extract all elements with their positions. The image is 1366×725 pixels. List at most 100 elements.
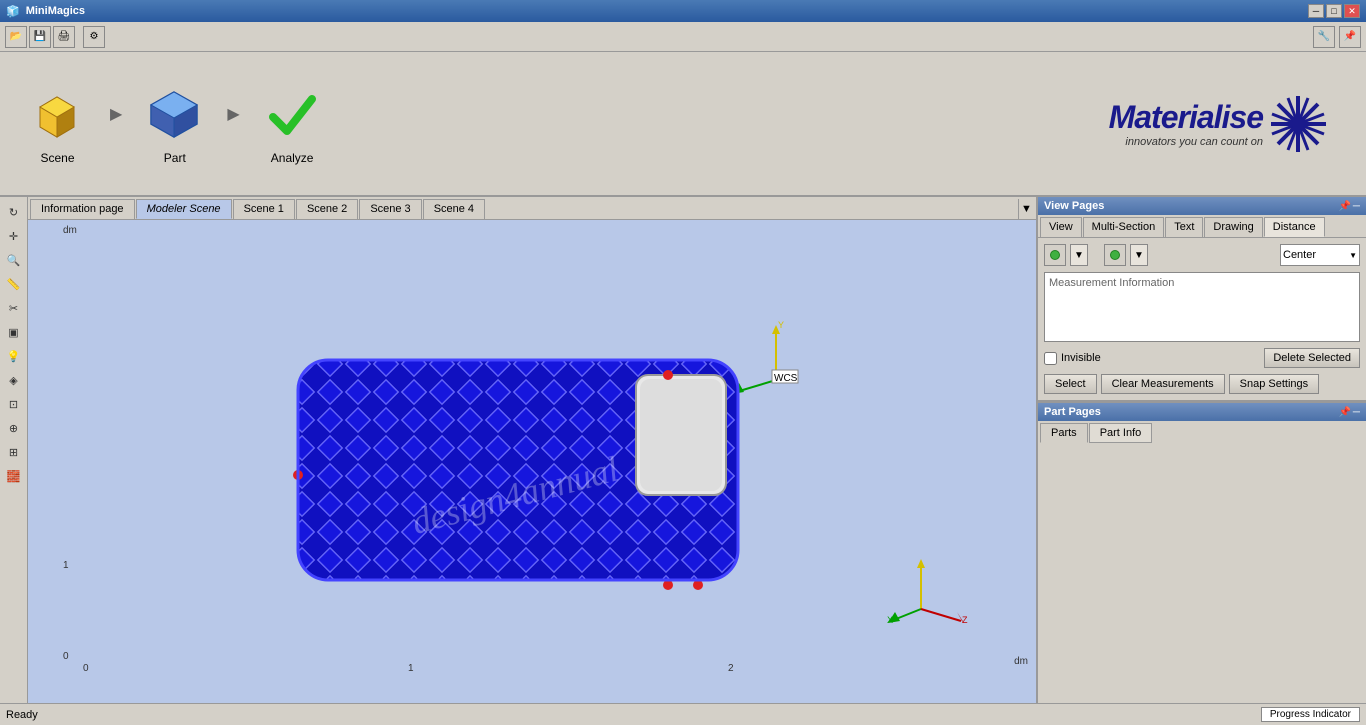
green-dot-2 bbox=[1110, 250, 1120, 260]
light-tool[interactable]: 💡 bbox=[3, 345, 25, 367]
view-pages-minimize[interactable]: ─ bbox=[1353, 201, 1360, 212]
clear-measurements-button[interactable]: Clear Measurements bbox=[1101, 374, 1225, 394]
arrow-2: ▶ bbox=[227, 104, 239, 124]
canvas-area[interactable]: dm dm 1 0 0 1 2 Y X bbox=[28, 220, 1036, 702]
part-pages-minimize[interactable]: ─ bbox=[1353, 407, 1360, 418]
svg-text:Y: Y bbox=[778, 320, 784, 330]
app-icon: 🧊 bbox=[6, 5, 20, 18]
scene-label: Scene bbox=[40, 151, 74, 165]
select-button[interactable]: Select bbox=[1044, 374, 1097, 394]
measure-tool[interactable]: 📏 bbox=[3, 273, 25, 295]
toolbar-analyze[interactable]: Analyze bbox=[260, 82, 325, 165]
part-icon bbox=[147, 87, 202, 142]
logo-tagline: innovators you can count on bbox=[1109, 136, 1263, 148]
title-bar: 🧊 MiniMagics ─ □ ✕ bbox=[0, 0, 1366, 22]
right-panel: View Pages 📌 ─ View Multi-Section Text D… bbox=[1036, 197, 1366, 703]
maximize-button[interactable]: □ bbox=[1326, 4, 1342, 18]
analyze-label: Analyze bbox=[271, 151, 314, 165]
part-pages-section: Part Pages 📌 ─ Parts Part Info bbox=[1038, 402, 1366, 445]
tab-scene1[interactable]: Scene 1 bbox=[233, 199, 295, 219]
move-tool[interactable]: ✛ bbox=[3, 225, 25, 247]
toolbar-scene[interactable]: Scene bbox=[25, 82, 90, 165]
ruler-num-1-left: 1 bbox=[63, 560, 69, 571]
tab-scene3[interactable]: Scene 3 bbox=[359, 199, 421, 219]
center-dropdown-arrow: ▼ bbox=[1349, 251, 1357, 260]
invisible-row: Invisible Delete Selected bbox=[1044, 348, 1360, 368]
measurement-info-box: Measurement Information bbox=[1044, 272, 1360, 342]
invisible-checkbox[interactable] bbox=[1044, 352, 1057, 365]
action-buttons-row: Select Clear Measurements Snap Settings bbox=[1044, 374, 1360, 394]
print-button[interactable]: 🖨 bbox=[53, 26, 75, 48]
dropdown-btn-2[interactable]: ▼ bbox=[1130, 244, 1148, 266]
delete-selected-button[interactable]: Delete Selected bbox=[1264, 348, 1360, 368]
materialise-logo-icon bbox=[1271, 89, 1326, 159]
logo-company: Materialise bbox=[1109, 99, 1263, 136]
green-dot-1 bbox=[1050, 250, 1060, 260]
tab-scene2[interactable]: Scene 2 bbox=[296, 199, 358, 219]
close-button[interactable]: ✕ bbox=[1344, 4, 1360, 18]
wireframe-tool[interactable]: ⊡ bbox=[3, 393, 25, 415]
zoom-tool[interactable]: 🔍 bbox=[3, 249, 25, 271]
view-tab-text[interactable]: Text bbox=[1165, 217, 1203, 237]
view-tab-multi-section[interactable]: Multi-Section bbox=[1083, 217, 1165, 237]
minimize-button[interactable]: ─ bbox=[1308, 4, 1324, 18]
rotate-tool[interactable]: ↻ bbox=[3, 201, 25, 223]
toolbar-part[interactable]: Part bbox=[142, 82, 207, 165]
color-btn-1[interactable] bbox=[1044, 244, 1066, 266]
center-dropdown[interactable]: Center ▼ bbox=[1280, 244, 1360, 266]
title-bar-controls: ─ □ ✕ bbox=[1308, 4, 1360, 18]
viewport: Information page Modeler Scene Scene 1 S… bbox=[28, 197, 1036, 703]
snap-settings-button[interactable]: Snap Settings bbox=[1229, 374, 1320, 394]
view-pages-section: View Pages 📌 ─ View Multi-Section Text D… bbox=[1038, 197, 1366, 402]
view-tab-drawing[interactable]: Drawing bbox=[1204, 217, 1262, 237]
tool-btn-1[interactable]: 🔧 bbox=[1313, 26, 1335, 48]
toolbar-right: 🔧 📌 bbox=[1312, 26, 1362, 48]
progress-indicator[interactable]: Progress Indicator bbox=[1261, 707, 1360, 722]
part-pages-header-btns: 📌 ─ bbox=[1338, 407, 1360, 418]
part-icon-box bbox=[142, 82, 207, 147]
save-button[interactable]: 💾 bbox=[29, 26, 51, 48]
part-pages-header: Part Pages 📌 ─ bbox=[1038, 403, 1366, 421]
perspective-tool[interactable]: ◈ bbox=[3, 369, 25, 391]
view-pages-header-btns: 📌 ─ bbox=[1338, 201, 1360, 212]
folder-open-button[interactable]: 📂 bbox=[5, 26, 27, 48]
scene-icon-box bbox=[25, 82, 90, 147]
tool-btn-2[interactable]: 📌 bbox=[1339, 26, 1361, 48]
view-pages-title: View Pages bbox=[1044, 200, 1104, 212]
ruler-dm-left: dm bbox=[63, 225, 77, 236]
tab-information-page[interactable]: Information page bbox=[30, 199, 135, 219]
tab-expand-button[interactable]: ▼ bbox=[1018, 199, 1034, 219]
view-tab-view[interactable]: View bbox=[1040, 217, 1082, 237]
grid-tool[interactable]: ⊞ bbox=[3, 441, 25, 463]
tab-scene4[interactable]: Scene 4 bbox=[423, 199, 485, 219]
title-bar-left: 🧊 MiniMagics bbox=[6, 5, 85, 18]
svg-text:WCS: WCS bbox=[774, 373, 798, 384]
axis-tool[interactable]: ⊕ bbox=[3, 417, 25, 439]
invisible-label: Invisible bbox=[1061, 352, 1101, 364]
distance-panel: ▼ ▼ Center ▼ bbox=[1038, 238, 1366, 400]
analyze-checkmark-icon bbox=[265, 87, 320, 142]
view-pages-pin[interactable]: 📌 bbox=[1338, 201, 1350, 212]
ruler-num-1-bottom: 1 bbox=[408, 663, 414, 674]
svg-text:Z: Z bbox=[962, 615, 968, 625]
part-tab-part-info[interactable]: Part Info bbox=[1089, 423, 1153, 443]
part-tabs: Parts Part Info bbox=[1038, 421, 1366, 445]
cut-tool[interactable]: ✂ bbox=[3, 297, 25, 319]
dropdown-btn-1[interactable]: ▼ bbox=[1070, 244, 1088, 266]
tab-modeler-scene[interactable]: Modeler Scene bbox=[136, 199, 232, 219]
center-dropdown-value: Center bbox=[1283, 249, 1316, 261]
part-tool[interactable]: 🧱 bbox=[3, 465, 25, 487]
color-btn-2[interactable] bbox=[1104, 244, 1126, 266]
status-right: Progress Indicator bbox=[1261, 707, 1360, 722]
status-text: Ready bbox=[6, 709, 38, 721]
axis-bottom: X Z bbox=[886, 549, 976, 632]
view-cube-tool[interactable]: ▣ bbox=[3, 321, 25, 343]
content-area: ↻ ✛ 🔍 📏 ✂ ▣ 💡 ◈ ⊡ ⊕ ⊞ 🧱 Information page… bbox=[0, 197, 1366, 703]
settings-button[interactable]: ⚙ bbox=[83, 26, 105, 48]
part-tab-parts[interactable]: Parts bbox=[1040, 423, 1088, 443]
view-tab-distance[interactable]: Distance bbox=[1264, 217, 1325, 237]
status-bar: Ready Progress Indicator bbox=[0, 703, 1366, 725]
part-pages-pin[interactable]: 📌 bbox=[1338, 407, 1350, 418]
view-pages-header: View Pages 📌 ─ bbox=[1038, 197, 1366, 215]
distance-controls-row: ▼ ▼ Center ▼ bbox=[1044, 244, 1360, 266]
